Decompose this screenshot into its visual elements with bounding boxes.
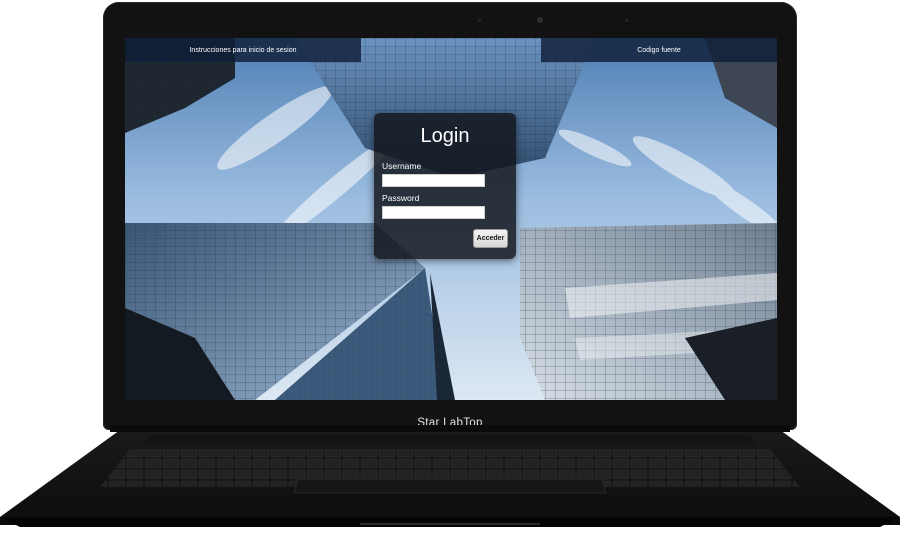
sensor-dot	[625, 19, 628, 22]
laptop-mockup: Instrucciones para inicio de sesion Codi…	[0, 0, 900, 533]
username-input[interactable]	[382, 174, 485, 187]
nav-instrucciones-link[interactable]: Instrucciones para inicio de sesion	[125, 38, 361, 62]
login-form: Login Username Password Acceder	[374, 113, 516, 259]
password-label: Password	[382, 193, 420, 203]
username-label: Username	[382, 161, 422, 171]
nav-codigo-fuente-link[interactable]: Codigo fuente	[541, 38, 777, 62]
login-title: Login	[420, 125, 470, 147]
top-navigation: Instrucciones para inicio de sesion Codi…	[125, 38, 777, 62]
laptop-keyboard-deck	[0, 425, 900, 527]
laptop-screen: Instrucciones para inicio de sesion Codi…	[125, 38, 777, 400]
acceder-button[interactable]: Acceder	[473, 229, 508, 248]
webcam-icon	[537, 17, 543, 23]
sensor-dot	[478, 19, 481, 22]
password-input[interactable]	[382, 206, 485, 219]
